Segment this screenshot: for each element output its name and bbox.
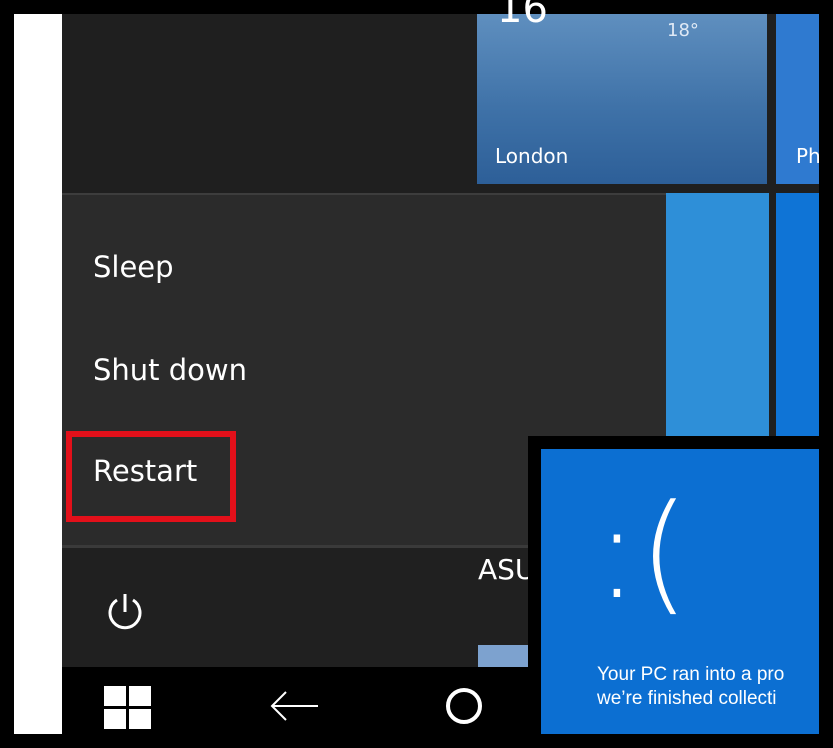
power-icon[interactable] xyxy=(103,590,147,634)
bsod-message-line-2: we’re finished collecti xyxy=(597,688,777,709)
blue-screen-error: :( Your PC ran into a pro we’re finished… xyxy=(541,449,833,734)
restart-highlight-box xyxy=(66,431,236,522)
bsod-message: Your PC ran into a pro we’re finished co… xyxy=(597,663,784,711)
bottom-border xyxy=(0,734,833,748)
live-tile-blue[interactable] xyxy=(666,193,769,440)
photos-tile-label: Ph xyxy=(796,144,819,168)
power-menu-shut-down[interactable]: Shut down xyxy=(93,353,247,387)
windows-logo-icon[interactable] xyxy=(104,686,151,729)
right-border xyxy=(819,0,833,748)
app-list-item-bar xyxy=(478,645,528,667)
weather-tile[interactable]: 16 18° London xyxy=(477,0,767,184)
power-menu-sleep[interactable]: Sleep xyxy=(93,250,174,284)
photos-tile[interactable]: Ph xyxy=(776,14,819,184)
live-tile-blue-edge[interactable] xyxy=(776,193,819,440)
weather-temperature-large: 16 xyxy=(497,0,548,32)
bsod-message-line-1: Your PC ran into a pro xyxy=(597,664,785,685)
sad-face: :( xyxy=(595,476,690,628)
weather-temperature-small: 18° xyxy=(667,20,699,41)
back-arrow-icon[interactable] xyxy=(268,686,320,726)
cortana-circle-icon[interactable] xyxy=(446,688,482,724)
weather-city: London xyxy=(495,144,569,168)
app-list-item-asus[interactable]: ASU xyxy=(478,553,535,586)
left-white-border xyxy=(14,14,62,734)
